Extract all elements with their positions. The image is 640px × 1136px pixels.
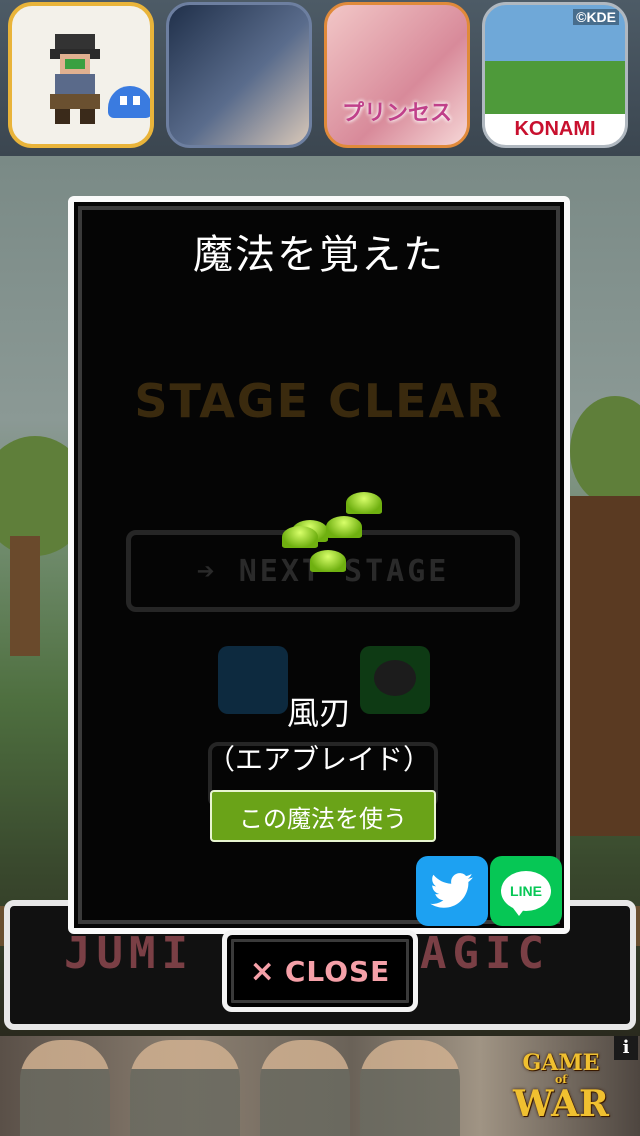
bottom-ad-banner[interactable]: GAME of WAR i — [0, 1036, 640, 1136]
house-wall — [570, 496, 640, 836]
slime-icon — [108, 86, 150, 118]
app-ad-otome-princess[interactable]: プリンセス — [324, 2, 470, 148]
ad-soldier-figure — [20, 1040, 110, 1136]
logo-line-war: WAR — [513, 1083, 609, 1125]
konami-logo: KONAMI — [514, 118, 596, 140]
logo-line-game: GAME — [522, 1050, 600, 1076]
game-title-left: JUMI — [64, 928, 194, 979]
copyright-label: ©KDE — [573, 9, 619, 25]
app-ad-romance-vampire[interactable] — [166, 2, 312, 148]
dialog-title: 魔法を覚えた — [193, 232, 445, 278]
ad-info-icon[interactable]: i — [614, 1036, 638, 1060]
close-label: CLOSE — [284, 954, 391, 988]
stage-clear-label: STAGE CLEAR — [134, 374, 504, 428]
line-logo: LINE — [501, 871, 551, 916]
spell-reading: （エアブレイド） — [206, 743, 431, 776]
ad-soldier-figure — [360, 1040, 460, 1136]
magic-sparkle-icon — [326, 516, 362, 538]
ad-soldier-figure — [260, 1040, 350, 1136]
spell-name: 風刃 — [286, 694, 351, 732]
magic-sparkle-icon — [346, 492, 382, 514]
twitter-share-button[interactable] — [416, 856, 488, 926]
line-share-button[interactable]: LINE — [490, 856, 562, 926]
magic-sparkle-icon — [282, 526, 318, 548]
top-ad-banner: プリンセス ©KDE KONAMI — [0, 0, 640, 156]
game-of-war-logo: GAME of WAR — [506, 1052, 616, 1122]
tree-trunk-left — [10, 536, 40, 656]
magic-sparkle-icon — [310, 550, 346, 572]
close-icon: × — [249, 953, 275, 989]
app-ad-soccer[interactable]: ©KDE KONAMI — [482, 2, 628, 148]
close-button[interactable]: × CLOSE — [222, 930, 418, 1012]
otome-app-title: プリンセス — [341, 100, 452, 126]
tree-right — [570, 396, 640, 506]
spell-learned-dialog: 魔法を覚えた STAGE CLEAR ➔ NEXT STAGE 風刃 （エアブレ… — [68, 196, 570, 934]
twitter-bird-icon — [430, 873, 473, 908]
game-title-right: AGIC — [420, 928, 550, 979]
ad-soldier-figure — [130, 1040, 240, 1136]
use-spell-button[interactable]: この魔法を使う — [210, 790, 436, 842]
app-ad-pixel-rpg[interactable] — [8, 2, 154, 148]
pixel-hero-icon — [50, 34, 100, 124]
